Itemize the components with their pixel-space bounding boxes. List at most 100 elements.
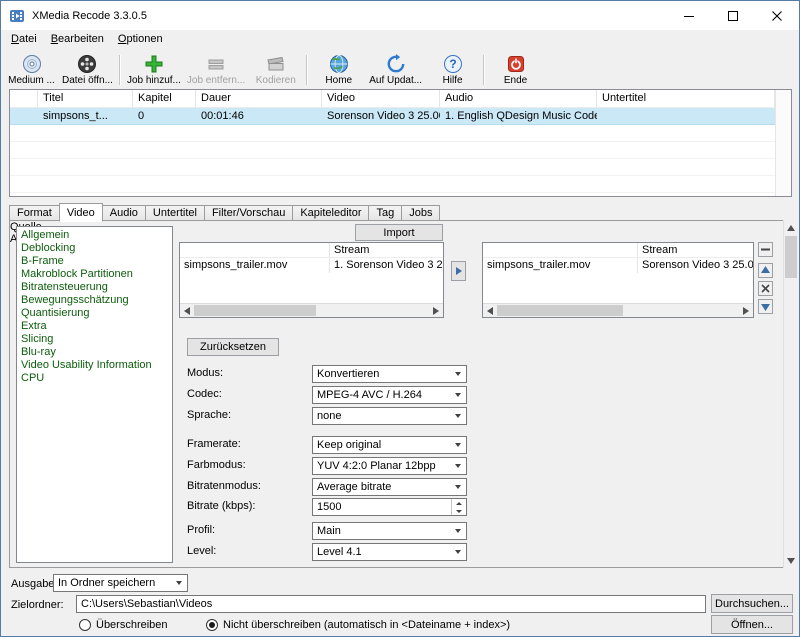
tab-audio[interactable]: Audio: [102, 205, 146, 221]
exit-icon: [506, 54, 526, 74]
sidebar-item-quantisierung[interactable]: Quantisierung: [17, 307, 172, 320]
source-stream-column-header[interactable]: Stream: [330, 243, 443, 257]
menu-item-optionen[interactable]: Optionen: [111, 30, 170, 50]
sidebar-item-cpu[interactable]: CPU: [17, 372, 172, 385]
bitratenmodus-select[interactable]: Average bitrate: [312, 478, 467, 496]
maximize-button[interactable]: [711, 1, 755, 30]
sidebar-item-video-usability-information[interactable]: Video Usability Information: [17, 359, 172, 372]
sidebar-item-makroblock-partitionen[interactable]: Makroblock Partitionen: [17, 268, 172, 281]
encode-icon: [266, 54, 286, 74]
sidebar-item-bitratensteuerung[interactable]: Bitratensteuerung: [17, 281, 172, 294]
browse-button[interactable]: Durchsuchen...: [711, 594, 793, 613]
minus-icon: [760, 244, 771, 255]
transfer-button[interactable]: [451, 261, 466, 281]
scroll-left-button[interactable]: [180, 304, 194, 317]
modus-select[interactable]: Konvertieren: [312, 365, 467, 383]
scroll-right-button[interactable]: [429, 304, 443, 317]
source-hscrollbar: [180, 303, 443, 317]
column-header-titel[interactable]: Titel: [38, 90, 133, 107]
table-row[interactable]: simpsons_t... 0 00:01:46 Sorenson Video …: [10, 108, 775, 125]
spin-down-button[interactable]: [452, 507, 466, 515]
scroll-left-button[interactable]: [483, 304, 497, 317]
scroll-thumb[interactable]: [194, 305, 316, 316]
column-header-audio[interactable]: Audio: [440, 90, 597, 107]
menu-item-bearbeiten[interactable]: Bearbeiten: [44, 30, 111, 50]
profil-select[interactable]: Main: [312, 522, 467, 540]
output-stream-column-header[interactable]: Stream: [638, 243, 753, 257]
reset-button[interactable]: Zurücksetzen: [187, 338, 279, 356]
radio-ueberschreiben-label[interactable]: Überschreiben: [96, 619, 168, 631]
radio-nicht-ueberschreiben[interactable]: [206, 619, 218, 631]
titlebar: XMedia Recode 3.3.0.5: [1, 1, 799, 30]
add-job-icon: [144, 54, 164, 74]
toolbar-button-job-hinzufuegen[interactable]: Job hinzuf...: [124, 51, 184, 88]
menubar: Datei Bearbeiten Optionen: [1, 30, 799, 50]
sidebar-item-slicing[interactable]: Slicing: [17, 333, 172, 346]
chevron-down-icon: [450, 408, 466, 424]
codec-select[interactable]: MPEG-4 AVC / H.264: [312, 386, 467, 404]
close-icon: [772, 11, 782, 21]
scroll-up-button[interactable]: [784, 220, 798, 235]
toolbar-button-home[interactable]: Home: [311, 51, 366, 88]
farbmodus-select[interactable]: YUV 4:2:0 Planar 12bpp: [312, 457, 467, 475]
output-mode-select[interactable]: In Ordner speichern: [53, 574, 188, 592]
toolbar-button-hilfe[interactable]: ? Hilfe: [425, 51, 480, 88]
stream-remove-all-button[interactable]: [758, 242, 773, 257]
output-file-column-header: [483, 243, 638, 257]
output-stream-list: Stream simpsons_trailer.mov Sorenson Vid…: [482, 242, 754, 318]
column-header-untertitel[interactable]: Untertitel: [597, 90, 775, 107]
toolbar-button-medium[interactable]: Medium ...: [4, 51, 59, 88]
maximize-icon: [728, 11, 738, 21]
radio-ueberschreiben[interactable]: [79, 619, 91, 631]
minimize-button[interactable]: [667, 1, 711, 30]
content-scrollbar: [783, 220, 798, 568]
scroll-right-button[interactable]: [739, 304, 753, 317]
toolbar-button-datei-oeffnen[interactable]: Datei öffn...: [59, 51, 116, 88]
framerate-select[interactable]: Keep original: [312, 436, 467, 454]
stream-move-up-button[interactable]: [758, 263, 773, 278]
scroll-down-button[interactable]: [784, 553, 798, 568]
file-table-scrollbar[interactable]: [775, 90, 791, 196]
cell-untertitel: [597, 108, 775, 124]
column-header-kapitel[interactable]: Kapitel: [133, 90, 196, 107]
stream-move-down-button[interactable]: [758, 299, 773, 314]
tab-format[interactable]: Format: [9, 205, 60, 221]
tab-kapiteleditor[interactable]: Kapiteleditor: [292, 205, 369, 221]
level-select[interactable]: Level 4.1: [312, 543, 467, 561]
chevron-down-icon: [450, 366, 466, 382]
column-header-dauer[interactable]: Dauer: [196, 90, 322, 107]
toolbar-button-job-entfernen: Job entfern...: [184, 51, 248, 88]
toolbar-button-ende[interactable]: Ende: [488, 51, 543, 88]
source-stream-row[interactable]: simpsons_trailer.mov 1. Sorenson Video 3…: [180, 258, 443, 273]
sprache-select[interactable]: none: [312, 407, 467, 425]
sidebar-item-blu-ray[interactable]: Blu-ray: [17, 346, 172, 359]
close-button[interactable]: [755, 1, 799, 30]
target-folder-input[interactable]: [76, 595, 706, 613]
chevron-down-icon: [450, 458, 466, 474]
import-button[interactable]: Import: [355, 224, 443, 241]
tab-jobs[interactable]: Jobs: [401, 205, 440, 221]
bitrate-input[interactable]: 1500: [312, 498, 467, 516]
output-file-name: simpsons_trailer.mov: [483, 258, 638, 273]
sidebar-item-allgemein[interactable]: Allgemein: [17, 229, 172, 242]
tab-untertitel[interactable]: Untertitel: [145, 205, 205, 221]
chevron-down-icon: [450, 479, 466, 495]
scroll-thumb[interactable]: [497, 305, 623, 316]
column-header-video[interactable]: Video: [322, 90, 440, 107]
toolbar-button-auf-update[interactable]: Auf Updat...: [366, 51, 425, 88]
sidebar-item-b-frame[interactable]: B-Frame: [17, 255, 172, 268]
sidebar-item-bewegungsschaetzung[interactable]: Bewegungsschätzung: [17, 294, 172, 307]
spin-up-button[interactable]: [452, 499, 466, 507]
scroll-thumb[interactable]: [785, 236, 797, 278]
radio-nicht-ueberschreiben-label[interactable]: Nicht überschreiben (automatisch in <Dat…: [223, 619, 510, 631]
stream-delete-button[interactable]: [758, 281, 773, 296]
menu-item-datei[interactable]: Datei: [4, 30, 44, 50]
sidebar-item-deblocking[interactable]: Deblocking: [17, 242, 172, 255]
tab-tag[interactable]: Tag: [368, 205, 402, 221]
tab-video[interactable]: Video: [59, 203, 103, 222]
tab-filter-vorschau[interactable]: Filter/Vorschau: [204, 205, 293, 221]
sidebar-item-extra[interactable]: Extra: [17, 320, 172, 333]
output-stream-row[interactable]: simpsons_trailer.mov Sorenson Video 3 25…: [483, 258, 753, 273]
open-button[interactable]: Öffnen...: [711, 615, 793, 634]
codec-label: Codec:: [187, 388, 222, 400]
